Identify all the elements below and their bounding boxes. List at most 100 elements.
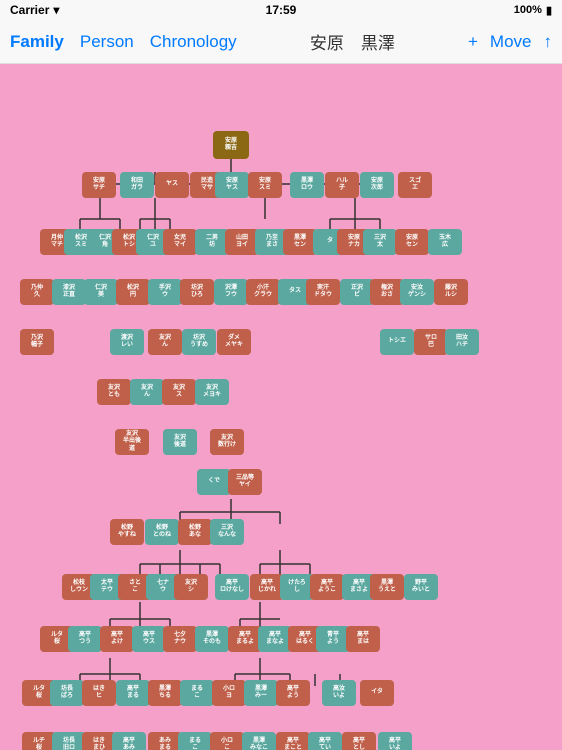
- bot-g4-3[interactable]: はきヒ: [82, 680, 116, 706]
- bot-g2-7[interactable]: 高平じかれ: [250, 574, 284, 600]
- node-g3-4[interactable]: 松沢円: [116, 279, 150, 305]
- node-g2-15[interactable]: 玉木広: [428, 229, 462, 255]
- node-g2-10[interactable]: 黒澤セン: [283, 229, 317, 255]
- bot-g4-10[interactable]: 高汝いよ: [322, 680, 356, 706]
- move-button[interactable]: Move: [490, 32, 532, 52]
- add-button[interactable]: +: [468, 32, 478, 52]
- node-g3-5[interactable]: 手沢ウ: [148, 279, 182, 305]
- bot-g5-4[interactable]: 高平あみ: [112, 732, 146, 750]
- node-g4-7[interactable]: サロ巴: [414, 329, 448, 355]
- family-tree-canvas[interactable]: 安原親吉 安原サチ 和田ガラ ヤス 民造マサ 安原ヤス 安原スミ 黒澤ロウ ハル…: [0, 64, 562, 750]
- node-g1-8[interactable]: ハル子: [325, 172, 359, 198]
- node-g3-13[interactable]: 安汝ゲンシ: [400, 279, 434, 305]
- nav-bar: Family Person Chronology 安原 黒澤 + Move ↑: [0, 20, 562, 64]
- tab-family[interactable]: Family: [10, 28, 64, 56]
- node-g3-11[interactable]: 正沢ビ: [340, 279, 374, 305]
- node-g3-8[interactable]: 小汗クラウ: [246, 279, 280, 305]
- tab-chronology[interactable]: Chronology: [150, 28, 237, 56]
- bot-g2-12[interactable]: 野平みいと: [404, 574, 438, 600]
- bot-g3-11[interactable]: 高平まは: [346, 626, 380, 652]
- share-button[interactable]: ↑: [543, 32, 552, 52]
- bot-g5-2[interactable]: 坊長旧ロ: [52, 732, 86, 750]
- node-g3-14[interactable]: 藤沢ルシ: [434, 279, 468, 305]
- node-g3-10[interactable]: 実汗ドタウ: [306, 279, 340, 305]
- node-g4-5[interactable]: ダメメヤキ: [217, 329, 251, 355]
- node-g4-1[interactable]: 乃沢幅子: [20, 329, 54, 355]
- node-g5-4[interactable]: 友沢メヨキ: [195, 379, 229, 405]
- node-g3-2[interactable]: 漆沢正直: [52, 279, 86, 305]
- node-g5-1[interactable]: 友沢とも: [97, 379, 131, 405]
- tab-person[interactable]: Person: [80, 28, 134, 56]
- node-g5-2[interactable]: 友沢ん: [130, 379, 164, 405]
- node-g1-1[interactable]: 安原サチ: [82, 172, 116, 198]
- node-g1-3[interactable]: ヤス: [155, 172, 189, 198]
- bot-g1-2[interactable]: 松野とのね: [145, 519, 179, 545]
- bot-g4-8[interactable]: 黒澤みー: [244, 680, 278, 706]
- node-g1-6[interactable]: 安原スミ: [248, 172, 282, 198]
- node-g4-6[interactable]: トシエ: [380, 329, 414, 355]
- bot-g3-7[interactable]: 高平まるよ: [228, 626, 262, 652]
- bot-g5-8[interactable]: 黒澤みなこ: [242, 732, 276, 750]
- bottom-root-1[interactable]: くで: [197, 469, 231, 495]
- node-g2-14[interactable]: 安原セン: [395, 229, 429, 255]
- node-g6-3[interactable]: 友沢数行け: [210, 429, 244, 455]
- bot-g3-10[interactable]: 青平よう: [316, 626, 350, 652]
- node-g5-3[interactable]: 友沢ス: [162, 379, 196, 405]
- node-g2-13[interactable]: 三沢太: [363, 229, 397, 255]
- node-g3-12[interactable]: 権沢おさ: [370, 279, 404, 305]
- node-g6-1[interactable]: 友沢半出後道: [115, 429, 149, 455]
- node-g3-7[interactable]: 沢澤フウ: [214, 279, 248, 305]
- node-g6-2[interactable]: 友沢後道: [163, 429, 197, 455]
- bot-g3-6[interactable]: 黒澤そのも: [195, 626, 229, 652]
- bot-g4-4[interactable]: 高平まる: [116, 680, 150, 706]
- bot-g4-6[interactable]: まるこ: [180, 680, 214, 706]
- bot-g5-9[interactable]: 高平まこと: [276, 732, 310, 750]
- node-g2-7[interactable]: 二男坊: [195, 229, 229, 255]
- bot-g2-8[interactable]: けたろし: [280, 574, 314, 600]
- bot-g1-3[interactable]: 松野あな: [178, 519, 212, 545]
- node-g3-3[interactable]: 仁沢美: [84, 279, 118, 305]
- bot-g5-5[interactable]: あみまる: [148, 732, 182, 750]
- node-g1-9[interactable]: 安原次郎: [360, 172, 394, 198]
- bot-g4-2[interactable]: 坊長ばろ: [50, 680, 84, 706]
- node-g3-6[interactable]: 坊沢ひろ: [180, 279, 214, 305]
- battery-label: 100%: [514, 4, 542, 16]
- node-g4-2[interactable]: 渡沢レい: [110, 329, 144, 355]
- bot-g3-5[interactable]: 七夕ナウ: [163, 626, 197, 652]
- bot-g5-6[interactable]: まるこ: [178, 732, 212, 750]
- bot-g3-8[interactable]: 高平まなよ: [258, 626, 292, 652]
- node-g2-6[interactable]: 女児マイ: [163, 229, 197, 255]
- bot-g1-4[interactable]: 三沢なんな: [210, 519, 244, 545]
- bot-g2-9[interactable]: 高平ようこ: [310, 574, 344, 600]
- node-g2-8[interactable]: 山田ヨイ: [225, 229, 259, 255]
- root-node[interactable]: 安原親吉: [213, 131, 249, 159]
- battery-icon: ▮: [546, 4, 552, 17]
- node-g3-1[interactable]: 乃仲久: [20, 279, 54, 305]
- bot-g4-5[interactable]: 黒澤ちる: [148, 680, 182, 706]
- status-bar: Carrier ▾ 17:59 100% ▮: [0, 0, 562, 20]
- bot-g2-11[interactable]: 黒澤うえと: [370, 574, 404, 600]
- node-g1-2[interactable]: 和田ガラ: [120, 172, 154, 198]
- bot-g5-1[interactable]: ルチ桜: [22, 732, 56, 750]
- bot-g2-6[interactable]: 高平ロけなし: [215, 574, 249, 600]
- bot-g5-12[interactable]: 高平いよ: [378, 732, 412, 750]
- bot-g5-3[interactable]: はきまひ: [82, 732, 116, 750]
- bot-g4-9[interactable]: 高平よう: [276, 680, 310, 706]
- node-g4-3[interactable]: 友沢ん: [148, 329, 182, 355]
- bottom-root-2[interactable]: 三品等ヤイ: [228, 469, 262, 495]
- bot-g3-3[interactable]: 高平よけ: [100, 626, 134, 652]
- node-g1-5[interactable]: 安原ヤス: [215, 172, 249, 198]
- bot-g5-7[interactable]: 小ロこ: [210, 732, 244, 750]
- bot-g4-7[interactable]: 小ロヨ: [212, 680, 246, 706]
- bot-g3-2[interactable]: 高平つう: [68, 626, 102, 652]
- bot-g5-10[interactable]: 高平てい: [308, 732, 342, 750]
- bot-g4-11[interactable]: イタ: [360, 680, 394, 706]
- node-g4-8[interactable]: 田汝ハチ: [445, 329, 479, 355]
- bot-g5-11[interactable]: 高平とし: [342, 732, 376, 750]
- node-g1-7[interactable]: 黒澤ロウ: [290, 172, 324, 198]
- bot-g2-5[interactable]: 友沢シ: [174, 574, 208, 600]
- node-g1-10[interactable]: スゴエ: [398, 172, 432, 198]
- node-g4-4[interactable]: 坊沢うすめ: [182, 329, 216, 355]
- bot-g1-1[interactable]: 松野やすね: [110, 519, 144, 545]
- bot-g3-4[interactable]: 高平ウス: [132, 626, 166, 652]
